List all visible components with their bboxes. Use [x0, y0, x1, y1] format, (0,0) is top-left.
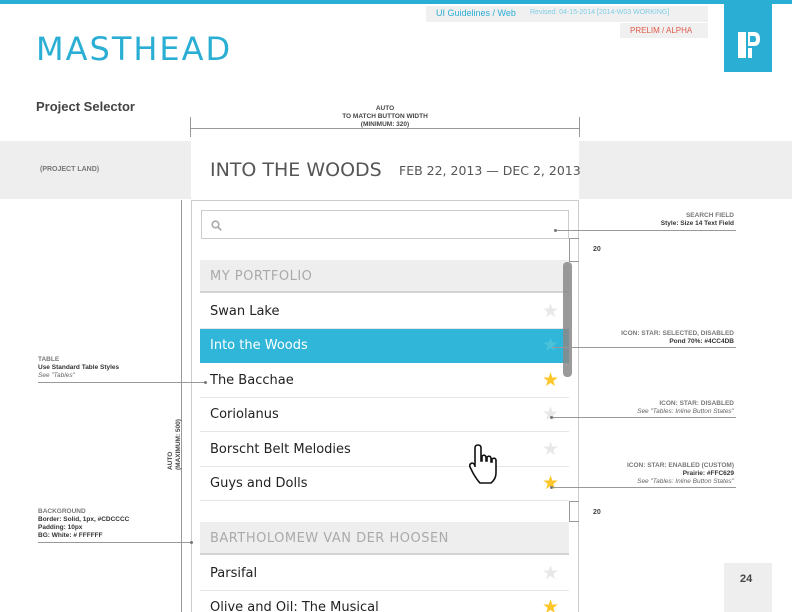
width-dimension-line — [191, 128, 579, 129]
leader-line — [556, 230, 736, 231]
project-name: INTO THE WOODS — [210, 159, 382, 181]
page-title: MASTHEAD — [36, 30, 233, 68]
list-item-label: Into the Woods — [210, 338, 308, 353]
height-annotation: AUTO (MAXIMUM: 500) — [167, 419, 183, 470]
callout-title: ICON: STAR: SELECTED, DISABLED — [621, 330, 734, 337]
leader-line — [38, 542, 192, 543]
search-field[interactable] — [201, 210, 569, 239]
list-item-label: Olive and Oil: The Musical — [210, 600, 379, 612]
spacing-tick — [569, 521, 579, 522]
brand-logo — [724, 2, 772, 72]
search-icon — [211, 220, 222, 231]
callout-background: BACKGROUND Border: Solid, 1px, #CDCCCC P… — [38, 508, 129, 540]
callout-title: ICON: STAR: ENABLED (CUSTOM) — [626, 462, 734, 469]
list-item-label: Parsifal — [210, 566, 258, 581]
spacing-tick — [569, 501, 579, 502]
top-accent-bar — [0, 0, 792, 4]
project-dates: FEB 22, 2013 — DEC 2, 2013 — [399, 163, 581, 178]
width-note-line2: TO MATCH BUTTON WIDTH — [342, 113, 428, 120]
callout-body: Pond 70%: #4CC4DB — [669, 338, 734, 345]
group-header-bartholomew: BARTHOLOMEW VAN DER HOOSEN — [200, 522, 569, 555]
revised-label: Revised: 04-15-2014 [2014-W03 WORKING] — [530, 9, 670, 16]
callout-star-disabled: ICON: STAR: DISABLED See "Tables: Inline… — [600, 400, 734, 416]
group-title: MY PORTFOLIO — [210, 269, 313, 284]
spacing-tick — [569, 261, 579, 262]
section-label: Project Selector — [36, 99, 135, 114]
callout-note: See "Tables" — [38, 372, 75, 379]
height-note-line1: AUTO — [167, 451, 174, 470]
callout-body: Border: Solid, 1px, #CDCCCC — [38, 516, 130, 523]
star-disabled-icon: ★ — [541, 438, 559, 460]
list-item[interactable]: Borscht Belt Melodies ★ — [200, 433, 569, 467]
width-tick-right — [579, 117, 580, 137]
callout-title: SEARCH FIELD — [685, 212, 734, 219]
spacing-value: 20 — [593, 246, 601, 253]
callout-table: TABLE Use Standard Table Styles See "Tab… — [38, 356, 119, 380]
list-item-label: Borscht Belt Melodies — [210, 442, 351, 457]
height-note-line2: (MAXIMUM: 500) — [175, 419, 182, 470]
list-item-label: The Bacchae — [210, 373, 294, 388]
list-item[interactable]: Parsifal ★ — [200, 557, 569, 591]
callout-body: Use Standard Table Styles — [38, 364, 120, 371]
list-item[interactable]: Olive and Oil: The Musical ★ — [200, 591, 569, 612]
logo-icon — [738, 32, 760, 58]
project-land-label: (PROJECT LAND) — [40, 166, 100, 173]
leader-dot — [554, 229, 557, 232]
star-disabled-icon: ★ — [541, 300, 559, 322]
callout-body: BG: White: # FFFFFF — [38, 532, 103, 539]
star-disabled-icon: ★ — [541, 562, 559, 584]
callout-search-field: SEARCH FIELD Style: Size 14 Text Field — [600, 212, 734, 228]
callout-star-enabled: ICON: STAR: ENABLED (CUSTOM) Prairie: #F… — [600, 462, 734, 486]
list-item[interactable]: Coriolanus ★ — [200, 398, 569, 432]
callout-body: Prairie: #FFC629 — [682, 470, 734, 477]
spacing-line — [569, 501, 570, 522]
leader-line — [552, 347, 736, 348]
callout-body: Style: Size 14 Text Field — [660, 220, 734, 227]
width-tick-left — [190, 117, 191, 137]
callout-body: Padding: 10px — [38, 524, 83, 531]
list-item-selected[interactable]: Into the Woods ★ — [200, 329, 569, 363]
width-annotation: AUTO TO MATCH BUTTON WIDTH (MINIMUM: 320… — [300, 105, 470, 129]
star-enabled-icon[interactable]: ★ — [542, 597, 559, 612]
group-header-my-portfolio: MY PORTFOLIO — [200, 260, 569, 293]
star-disabled-icon: ★ — [541, 403, 559, 425]
callout-title: BACKGROUND — [38, 508, 86, 515]
leader-line — [552, 487, 736, 488]
leader-dot — [204, 381, 207, 384]
list-item[interactable]: The Bacchae ★ — [200, 364, 569, 398]
page-number: 24 — [740, 573, 753, 585]
leader-dot — [190, 541, 193, 544]
height-dimension-line — [181, 200, 182, 612]
scrollbar-thumb[interactable] — [563, 262, 572, 377]
list-item[interactable]: Guys and Dolls ★ — [200, 467, 569, 501]
list-item-label: Swan Lake — [210, 304, 280, 319]
callout-star-selected: ICON: STAR: SELECTED, DISABLED Pond 70%:… — [600, 330, 734, 346]
status-badge: PRELIM / ALPHA — [630, 26, 693, 35]
spacing-tick — [569, 238, 579, 239]
width-note-line1: AUTO — [375, 105, 395, 112]
star-selected-icon: ★ — [541, 334, 559, 356]
page-number-box — [724, 563, 772, 612]
leader-dot — [550, 486, 553, 489]
hand-cursor-icon — [469, 444, 497, 484]
leader-line — [552, 417, 736, 418]
list-item[interactable]: Swan Lake ★ — [200, 295, 569, 329]
callout-title: ICON: STAR: DISABLED — [659, 400, 734, 407]
spacing-line — [569, 238, 570, 262]
guidelines-label: UI Guidelines / Web — [436, 8, 516, 18]
star-enabled-icon[interactable]: ★ — [542, 473, 559, 493]
spacing-value: 20 — [593, 509, 601, 516]
group-title: BARTHOLOMEW VAN DER HOOSEN — [210, 531, 449, 546]
list-item-label: Coriolanus — [210, 407, 279, 422]
list-item-label: Guys and Dolls — [210, 476, 308, 491]
leader-dot — [550, 416, 553, 419]
callout-note: See "Tables: Inline Button States" — [637, 478, 734, 485]
callout-title: TABLE — [38, 356, 60, 363]
star-enabled-icon[interactable]: ★ — [542, 370, 559, 390]
callout-note: See "Tables: Inline Button States" — [637, 408, 734, 415]
